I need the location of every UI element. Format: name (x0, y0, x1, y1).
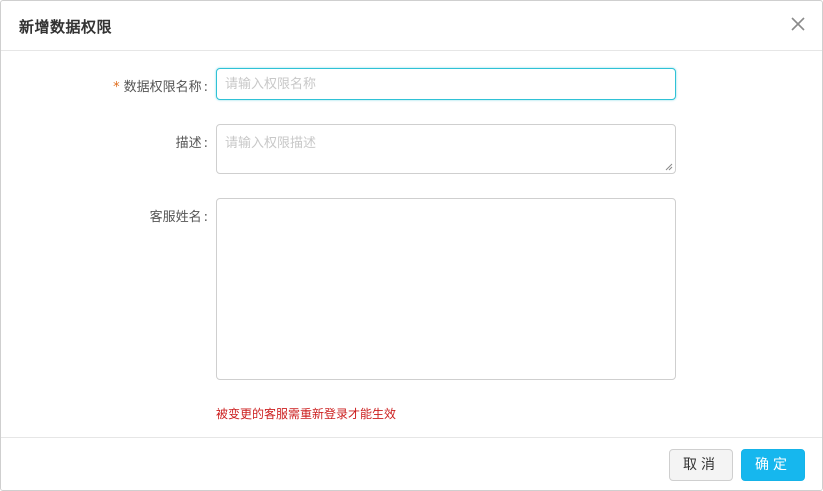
required-mark: * (113, 80, 120, 95)
description-textarea[interactable] (216, 124, 676, 174)
cancel-button[interactable]: 取消 (669, 449, 733, 481)
permission-name-label: * 数据权限名称: (113, 76, 208, 95)
permission-name-label-text: 数据权限名称 (123, 80, 202, 95)
agent-names-label-text: 客服姓名 (149, 210, 202, 225)
confirm-button[interactable]: 确定 (741, 449, 805, 481)
add-data-permission-dialog: 新增数据权限 *数据权限名称: 描述: 客服姓名: 被变更的客服需重新登录才能生… (0, 0, 823, 491)
agent-names-textarea[interactable] (216, 198, 676, 380)
description-label-text: 描述 (175, 136, 202, 151)
relogin-note: 被变更的客服需重新登录才能生效 (216, 407, 397, 421)
label-colon: : (203, 210, 208, 225)
agent-names-label: 客服姓名: (150, 206, 208, 225)
close-icon[interactable] (788, 14, 808, 34)
description-label: 描述: (176, 132, 208, 151)
dialog-header: 新增数据权限 (1, 1, 822, 51)
label-colon: : (203, 80, 208, 95)
label-colon: : (203, 136, 208, 151)
permission-name-input[interactable] (216, 68, 676, 100)
dialog-footer: 取消 确定 (1, 437, 822, 490)
dialog-title: 新增数据权限 (19, 18, 113, 36)
